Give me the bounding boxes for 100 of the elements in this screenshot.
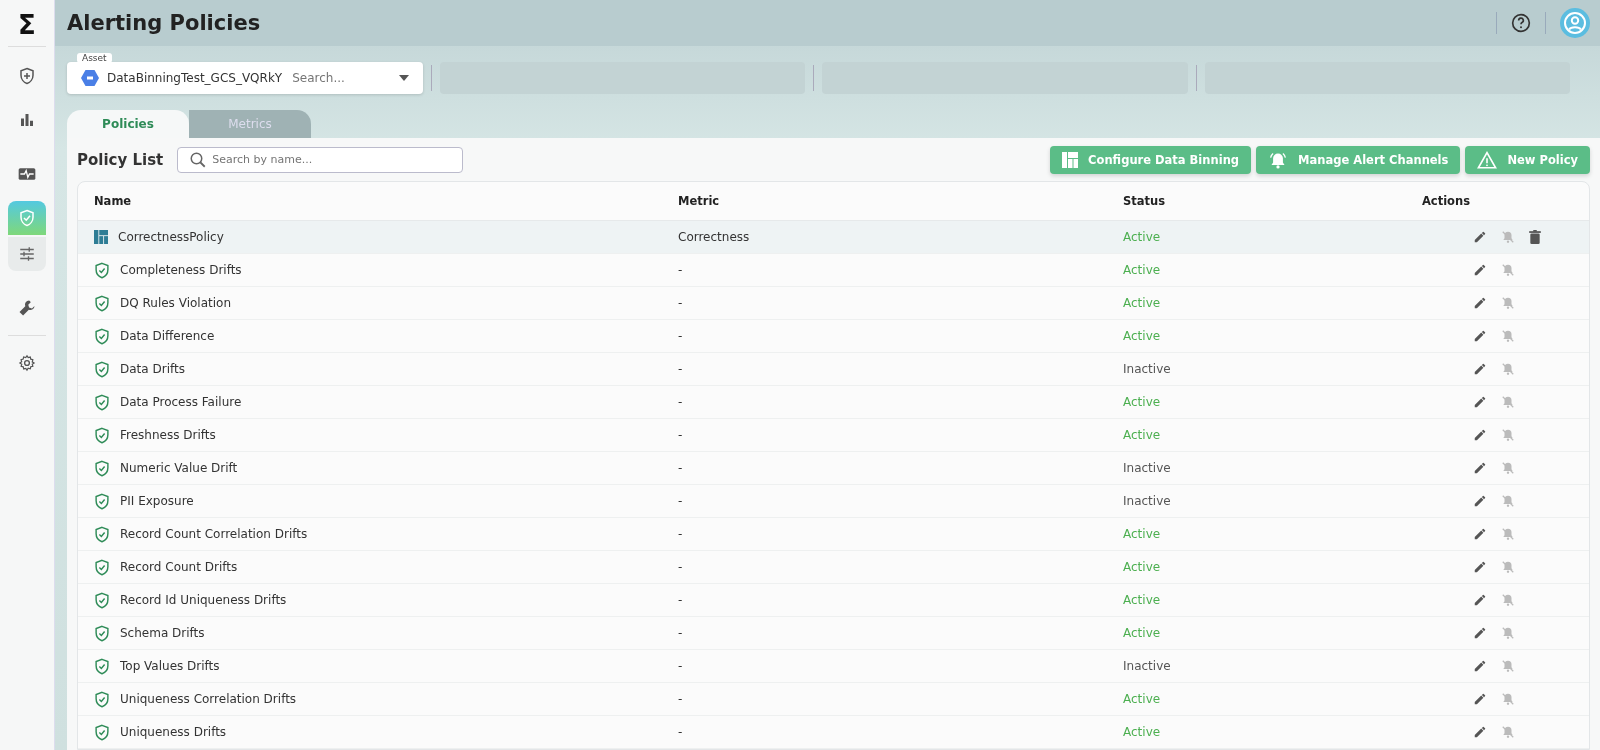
delete-icon[interactable] bbox=[1529, 230, 1541, 244]
search-icon bbox=[189, 150, 208, 169]
shield-check-icon bbox=[94, 492, 110, 510]
policy-name: DQ Rules Violation bbox=[120, 296, 231, 310]
page-title: Alerting Policies bbox=[67, 11, 261, 35]
table-row[interactable]: Numeric Value Drift - Inactive bbox=[78, 452, 1589, 485]
edit-icon[interactable] bbox=[1473, 230, 1487, 244]
column-header: Name bbox=[93, 194, 133, 208]
help-icon[interactable] bbox=[1511, 13, 1531, 33]
edit-icon[interactable] bbox=[1473, 494, 1487, 508]
table-row[interactable]: DQ Rules Violation - Active bbox=[78, 287, 1589, 320]
status-text: Active bbox=[1123, 626, 1161, 640]
database-icon bbox=[81, 70, 99, 86]
shield-check-icon bbox=[94, 426, 110, 444]
status-text: Inactive bbox=[1123, 461, 1171, 475]
shield-check-icon bbox=[18, 209, 36, 227]
status-text: Active bbox=[1123, 263, 1161, 277]
table-row[interactable]: Record Count Drifts - Active bbox=[78, 551, 1589, 584]
shield-check-icon bbox=[94, 558, 110, 576]
policy-name: Top Values Drifts bbox=[120, 659, 220, 673]
table-cell: - bbox=[678, 461, 683, 475]
warning-icon bbox=[1477, 150, 1498, 169]
table-cell: - bbox=[678, 692, 683, 706]
policy-name: Freshness Drifts bbox=[120, 428, 216, 442]
table-cell: Correctness bbox=[678, 230, 750, 244]
table-cell: - bbox=[678, 593, 683, 607]
bar-chart-icon bbox=[18, 111, 36, 129]
table-cell: - bbox=[678, 329, 683, 343]
shield-check-icon bbox=[94, 294, 110, 312]
pulse-icon bbox=[17, 165, 37, 183]
table-row[interactable]: Data Difference - Active bbox=[78, 320, 1589, 353]
section-title: Policy List bbox=[77, 150, 164, 169]
field-label: Asset bbox=[77, 53, 112, 63]
asset-value: DataBinningTest_GCS_VQRkY bbox=[107, 71, 283, 85]
table-row[interactable]: Freshness Drifts - Active bbox=[78, 419, 1589, 452]
table-row[interactable]: Completeness Drifts - Active bbox=[78, 254, 1589, 287]
edit-icon[interactable] bbox=[1473, 692, 1487, 706]
shield-check-icon bbox=[94, 690, 110, 708]
column-header: Metric bbox=[678, 194, 721, 208]
caret-icon bbox=[399, 75, 409, 81]
table-row[interactable]: CorrectnessPolicy Correctness Active bbox=[78, 221, 1589, 254]
column-header: Status bbox=[1123, 194, 1167, 208]
status-text: Active bbox=[1123, 296, 1161, 310]
status-text: Inactive bbox=[1123, 362, 1171, 376]
shield-check-icon bbox=[94, 393, 110, 411]
edit-icon[interactable] bbox=[1473, 428, 1487, 442]
policy-name: Uniqueness Correlation Drifts bbox=[120, 692, 297, 706]
edit-icon[interactable] bbox=[1473, 626, 1487, 640]
shield-check-icon bbox=[94, 624, 110, 642]
status-text: Active bbox=[1123, 560, 1161, 574]
status-text: Inactive bbox=[1123, 659, 1171, 673]
table-cell: - bbox=[678, 362, 683, 376]
status-text: Active bbox=[1123, 725, 1161, 739]
asset-select[interactable]: DataBinningTest_GCS_VQRkY Search... bbox=[67, 62, 423, 94]
table-cell: - bbox=[678, 725, 683, 739]
table-row[interactable]: Data Process Failure - Active bbox=[78, 386, 1589, 419]
edit-icon[interactable] bbox=[1473, 461, 1487, 475]
nav-shield-check-button[interactable] bbox=[8, 201, 46, 235]
edit-icon[interactable] bbox=[1473, 560, 1487, 574]
bell-icon bbox=[1268, 150, 1289, 169]
table-row[interactable]: Record Count Correlation Drifts - Active bbox=[78, 518, 1589, 551]
table-cell: - bbox=[678, 263, 683, 277]
wrench-icon bbox=[17, 298, 37, 318]
table-row[interactable]: Uniqueness Correlation Drifts - Active bbox=[78, 683, 1589, 716]
table-row[interactable]: PII Exposure - Inactive bbox=[78, 485, 1589, 518]
table-cell: - bbox=[678, 659, 683, 673]
shield-check-icon bbox=[94, 723, 110, 741]
policy-name: Completeness Drifts bbox=[120, 263, 242, 277]
table-cell: - bbox=[678, 494, 683, 508]
edit-icon[interactable] bbox=[1473, 659, 1487, 673]
edit-icon[interactable] bbox=[1473, 296, 1487, 310]
policy-name: Record Id Uniqueness Drifts bbox=[120, 593, 287, 607]
edit-icon[interactable] bbox=[1473, 329, 1487, 343]
layout-icon bbox=[1062, 151, 1079, 168]
tab[interactable]: Policies bbox=[67, 110, 189, 138]
status-text: Active bbox=[1123, 329, 1161, 343]
edit-icon[interactable] bbox=[1473, 263, 1487, 277]
table-cell: - bbox=[678, 428, 683, 442]
logo: Σ bbox=[8, 10, 46, 47]
policy-name: Record Count Correlation Drifts bbox=[120, 527, 308, 541]
status-text: Inactive bbox=[1123, 494, 1171, 508]
table-row[interactable]: Top Values Drifts - Inactive bbox=[78, 650, 1589, 683]
edit-icon[interactable] bbox=[1473, 593, 1487, 607]
table-row[interactable]: Uniqueness Drifts - Active bbox=[78, 716, 1589, 749]
policy-name: PII Exposure bbox=[120, 494, 194, 508]
table-row[interactable]: Schema Drifts - Active bbox=[78, 617, 1589, 650]
shield-check-icon bbox=[94, 657, 110, 675]
edit-icon[interactable] bbox=[1473, 725, 1487, 739]
edit-icon[interactable] bbox=[1473, 395, 1487, 409]
shield-check-icon bbox=[94, 327, 110, 345]
search-field[interactable]: Search by name... bbox=[177, 146, 464, 173]
edit-icon[interactable] bbox=[1473, 527, 1487, 541]
policy-name: Data Process Failure bbox=[120, 395, 242, 409]
table-row[interactable]: Data Drifts - Inactive bbox=[78, 353, 1589, 386]
policy-name: Uniqueness Drifts bbox=[120, 725, 227, 739]
shield-check-icon bbox=[94, 360, 110, 378]
table-cell: - bbox=[678, 626, 683, 640]
edit-icon[interactable] bbox=[1473, 362, 1487, 376]
table-row[interactable]: Record Id Uniqueness Drifts - Active bbox=[78, 584, 1589, 617]
nav-sliders-button[interactable] bbox=[8, 237, 46, 271]
